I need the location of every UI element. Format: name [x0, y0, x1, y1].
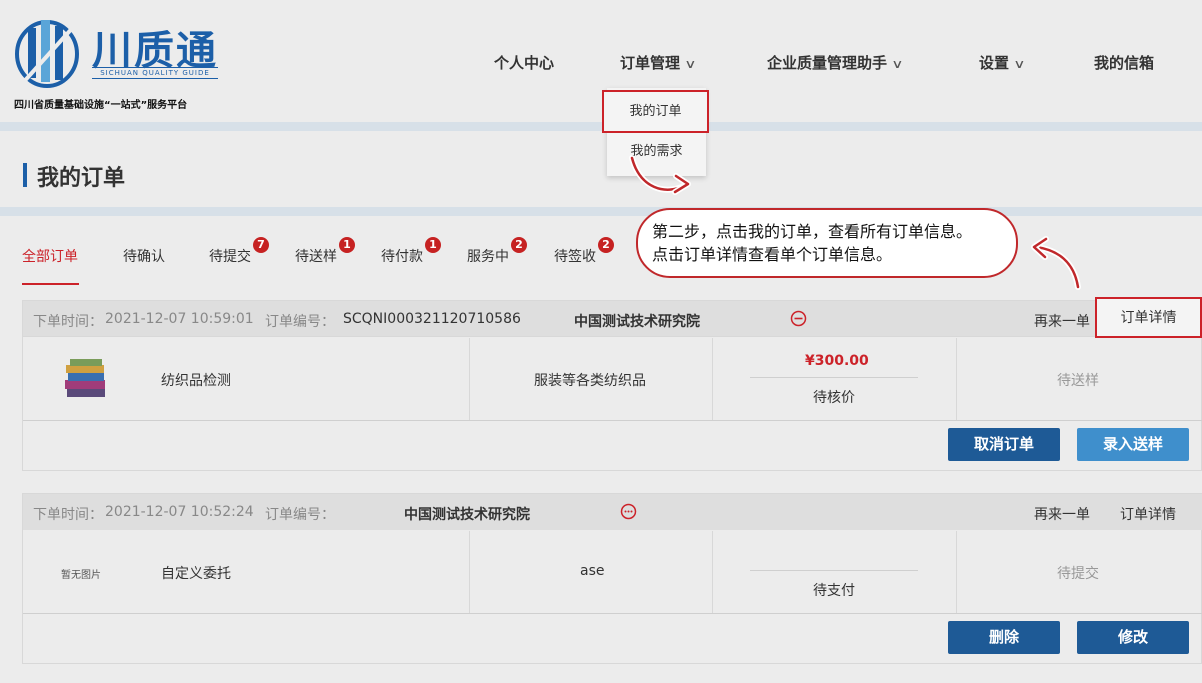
- logo-mark-icon: [15, 20, 79, 88]
- order-price-cell: 待支付: [713, 531, 957, 613]
- reorder-button[interactable]: 再来一单: [1034, 504, 1090, 524]
- nav-assistant-label: 企业质量管理助手: [767, 54, 888, 72]
- tab-label: 待确认: [123, 249, 165, 265]
- count-badge: 7: [253, 237, 269, 253]
- nav-personal-label: 个人中心: [494, 54, 555, 72]
- page-title-area: 我的订单: [0, 131, 1202, 207]
- chat-icon[interactable]: [790, 310, 807, 327]
- order-number: SCQNI000321120710586: [343, 311, 521, 327]
- callout-line-1: 第二步，点击我的订单，查看所有订单信息。: [652, 222, 973, 241]
- nav-mailbox-label: 我的信箱: [1094, 54, 1155, 72]
- title-divider: [0, 207, 1202, 216]
- count-badge: 1: [425, 237, 441, 253]
- order-product-cell: 暂无图片 自定义委托: [23, 531, 470, 613]
- order-organization[interactable]: 中国测试技术研究院: [574, 311, 700, 331]
- chevron-down-icon: ∨: [684, 57, 697, 71]
- tab-label: 待签收: [554, 249, 596, 265]
- enter-sample-button[interactable]: 录入送样: [1077, 428, 1189, 461]
- tab-pending-sample[interactable]: 待送样 1: [295, 237, 355, 266]
- count-badge: 2: [511, 237, 527, 253]
- order-status: 待送样: [1057, 373, 1099, 389]
- order-card-header: 下单时间： 2021-12-07 10:52:24 订单编号： 中国测试技术研究…: [23, 494, 1202, 530]
- header-divider: [0, 122, 1202, 131]
- order-price: ¥300.00: [805, 353, 869, 369]
- tab-label: 待提交: [209, 249, 251, 265]
- nav-orders[interactable]: 订单管理 ∨: [620, 52, 697, 73]
- title-accent-bar: [23, 163, 27, 187]
- active-tab-underline: [22, 283, 79, 285]
- product-category: ase: [580, 563, 605, 579]
- order-time: 2021-12-07 10:52:24: [105, 504, 254, 520]
- tab-label: 待付款: [381, 249, 423, 265]
- reorder-button[interactable]: 再来一单: [1034, 311, 1090, 331]
- cancel-order-button[interactable]: 取消订单: [948, 428, 1060, 461]
- order-category-cell: ase: [470, 531, 713, 613]
- tutorial-callout: 第二步，点击我的订单，查看所有订单信息。 点击订单详情查看单个订单信息。: [636, 208, 1018, 278]
- tab-label: 待送样: [295, 249, 337, 265]
- product-name: 纺织品检测: [161, 373, 231, 389]
- order-detail-button[interactable]: 订单详情: [1120, 504, 1176, 524]
- card-row-divider: [23, 613, 1202, 614]
- nav-orders-label: 订单管理: [620, 54, 681, 72]
- chat-icon[interactable]: [620, 503, 637, 520]
- menu-item-my-orders[interactable]: 我的订单: [602, 90, 709, 133]
- callout-line-2: 点击订单详情查看单个订单信息。: [652, 245, 893, 264]
- nav-personal[interactable]: 个人中心: [494, 52, 554, 73]
- header-divider-line: [22, 336, 1202, 337]
- product-name: 自定义委托: [161, 566, 231, 582]
- order-status-cell: 待提交: [957, 531, 1202, 613]
- order-card: 下单时间： 2021-12-07 10:52:24 订单编号： 中国测试技术研究…: [22, 493, 1202, 664]
- tab-in-service[interactable]: 服务中 2: [467, 237, 527, 266]
- tab-label: 服务中: [467, 249, 509, 265]
- order-time-label: 下单时间：: [33, 507, 103, 523]
- logo-subtitle: 四川省质量基础设施“一站式”服务平台: [14, 100, 188, 111]
- delete-order-button[interactable]: 删除: [948, 621, 1060, 654]
- nav-assistant[interactable]: 企业质量管理助手 ∨: [767, 52, 904, 73]
- tab-pending-sign[interactable]: 待签收 2: [554, 237, 614, 266]
- product-category: 服装等各类纺织品: [534, 373, 646, 389]
- order-number-label: 订单编号：: [265, 314, 335, 330]
- chevron-down-icon: ∨: [891, 57, 904, 71]
- order-card: 下单时间： 2021-12-07 10:59:01 订单编号： SCQNI000…: [22, 300, 1202, 471]
- order-status: 待提交: [1057, 566, 1099, 582]
- order-price-cell: ¥300.00 待核价: [713, 338, 957, 420]
- tab-label: 全部订单: [22, 249, 78, 265]
- edit-order-button[interactable]: 修改: [1077, 621, 1189, 654]
- count-badge: 1: [339, 237, 355, 253]
- tab-pending-submit[interactable]: 待提交 7: [209, 237, 269, 266]
- price-separator: [750, 570, 918, 571]
- tab-pending-confirm[interactable]: 待确认: [123, 246, 165, 266]
- card-row-divider: [23, 420, 1202, 421]
- order-time: 2021-12-07 10:59:01: [105, 311, 254, 327]
- tab-all-orders[interactable]: 全部订单: [22, 246, 78, 266]
- menu-item-my-demands[interactable]: 我的需求: [607, 140, 706, 159]
- order-card-header: 下单时间： 2021-12-07 10:59:01 订单编号： SCQNI000…: [23, 301, 1202, 337]
- tab-pending-payment[interactable]: 待付款 1: [381, 237, 441, 266]
- price-separator: [750, 377, 918, 378]
- site-logo[interactable]: 川质通 SICHUAN QUALITY GUIDE 四川省质量基础设施“一站式”…: [12, 14, 232, 114]
- order-category-cell: 服装等各类纺织品: [470, 338, 713, 420]
- nav-settings[interactable]: 设置 ∨: [979, 52, 1026, 73]
- logo-english: SICHUAN QUALITY GUIDE: [92, 67, 218, 79]
- order-number-label: 订单编号：: [265, 507, 335, 523]
- order-detail-button[interactable]: 订单详情: [1095, 297, 1202, 338]
- order-status-cell: 待送样: [957, 338, 1202, 420]
- menu-item-my-orders-label: 我的订单: [629, 104, 682, 119]
- order-time-label: 下单时间：: [33, 314, 103, 330]
- site-header: 川质通 SICHUAN QUALITY GUIDE 四川省质量基础设施“一站式”…: [0, 0, 1202, 122]
- textile-product-image: [65, 359, 105, 397]
- count-badge: 2: [598, 237, 614, 253]
- order-product-cell: 纺织品检测: [23, 338, 470, 420]
- price-status: 待支付: [813, 583, 855, 599]
- order-organization[interactable]: 中国测试技术研究院: [404, 504, 530, 524]
- nav-mailbox[interactable]: 我的信箱: [1094, 52, 1154, 73]
- price-status: 待核价: [813, 390, 855, 406]
- chevron-down-icon: ∨: [1013, 57, 1026, 71]
- nav-settings-label: 设置: [979, 54, 1010, 72]
- page-title: 我的订单: [37, 166, 126, 191]
- no-image-placeholder: 暂无图片: [61, 570, 101, 581]
